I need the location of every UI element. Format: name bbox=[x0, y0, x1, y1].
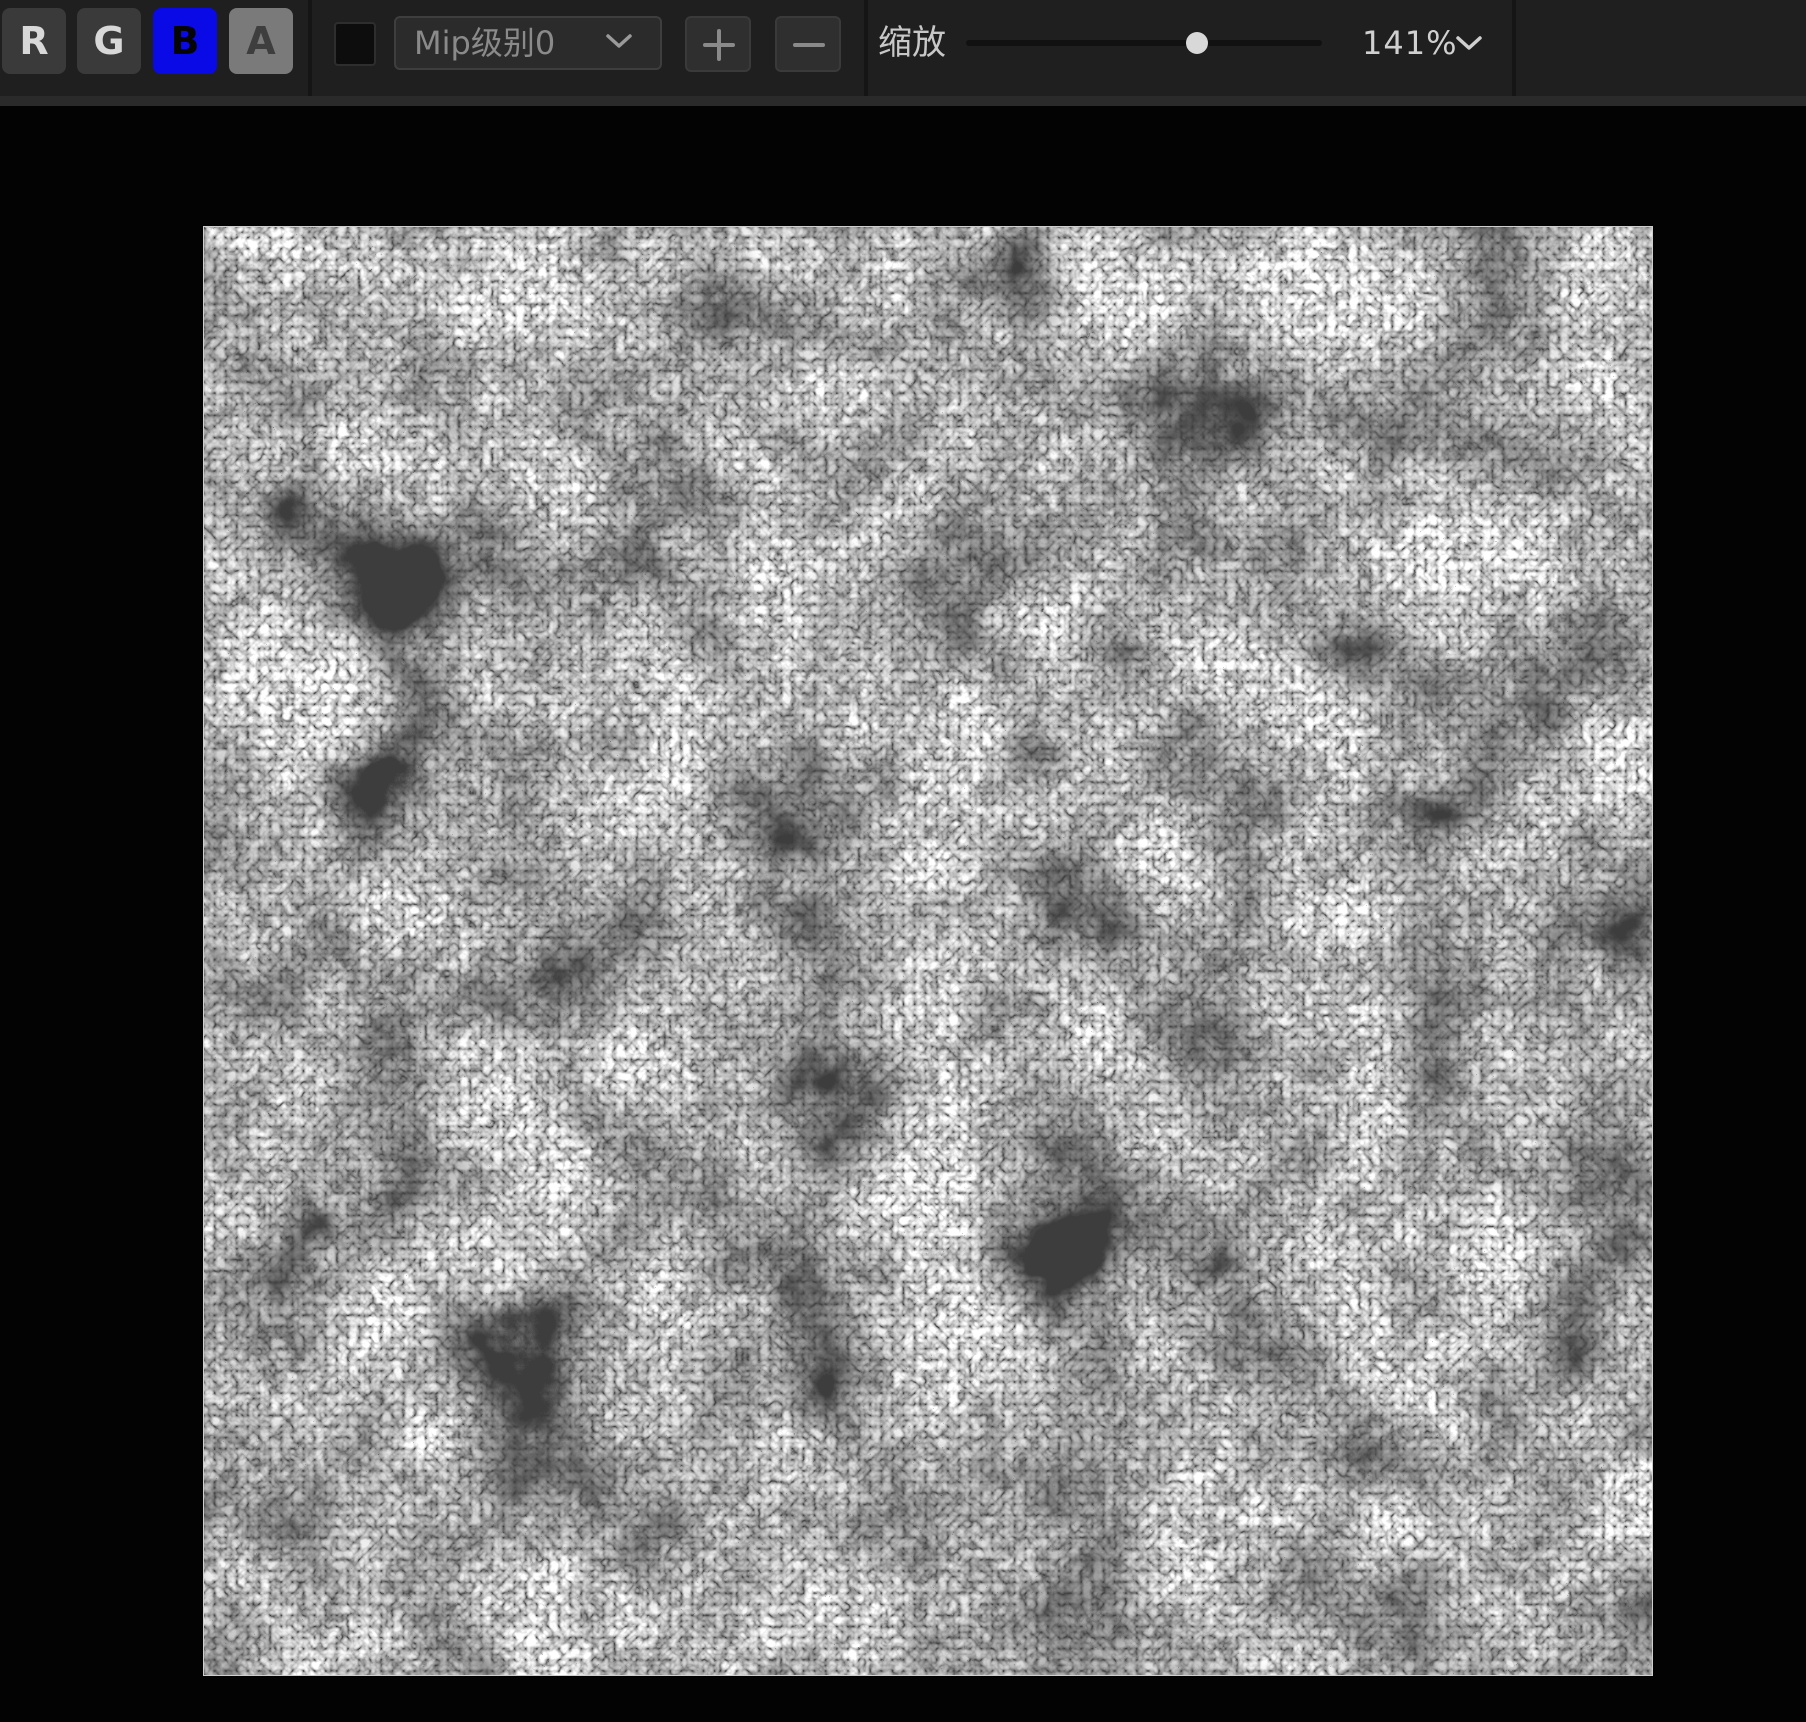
zoom-value: 141% bbox=[1362, 24, 1458, 62]
zoom-slider-track[interactable] bbox=[966, 40, 1322, 46]
minus-icon bbox=[793, 43, 825, 47]
zoom-in-button[interactable] bbox=[685, 16, 751, 72]
channel-a-button[interactable]: A bbox=[229, 8, 293, 74]
texture-viewer-toolbar: R G B A Mip级别0 缩放 141% bbox=[0, 0, 1806, 106]
toolbar-divider bbox=[308, 0, 312, 96]
mip-level-value: Mip级别0 bbox=[414, 24, 556, 62]
channel-toggle-group: R G B A bbox=[0, 0, 306, 96]
noise-texture-image bbox=[204, 227, 1652, 1675]
zoom-label: 缩放 bbox=[878, 23, 946, 63]
zoom-slider-thumb[interactable] bbox=[1186, 32, 1209, 54]
zoom-out-button[interactable] bbox=[775, 16, 841, 72]
texture-preview bbox=[203, 226, 1653, 1676]
chevron-down-icon bbox=[606, 34, 632, 48]
channel-r-button[interactable]: R bbox=[2, 8, 66, 74]
toolbar-divider bbox=[864, 0, 868, 96]
channel-b-button[interactable]: B bbox=[153, 8, 217, 74]
plus-icon bbox=[703, 29, 735, 61]
mip-level-select[interactable]: Mip级别0 bbox=[394, 16, 662, 70]
toolbar-divider bbox=[1512, 0, 1516, 96]
background-color-swatch[interactable] bbox=[334, 22, 376, 66]
chevron-down-icon[interactable] bbox=[1454, 28, 1484, 58]
channel-g-button[interactable]: G bbox=[77, 8, 141, 74]
